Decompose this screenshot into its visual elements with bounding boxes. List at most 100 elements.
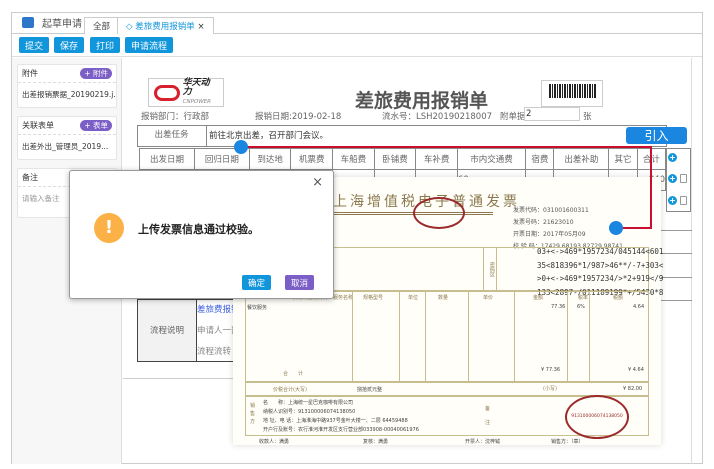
related-form-link[interactable]: 出差外出_管理员_2019... bbox=[18, 135, 116, 158]
add-attachment-button[interactable]: + 附件 bbox=[80, 68, 112, 79]
close-icon[interactable]: × bbox=[312, 175, 323, 190]
item-header: 规格型号 bbox=[363, 295, 384, 301]
add-row-icon[interactable]: + bbox=[668, 174, 677, 183]
import-button[interactable]: 引入 bbox=[626, 127, 687, 144]
item-amount: 77.36 bbox=[551, 304, 566, 310]
seller-seal-image: 913100006074138050 bbox=[565, 395, 629, 439]
add-form-button[interactable]: + 表单 bbox=[80, 120, 112, 131]
tab-travel-expense[interactable]: ◇ 差旅费用报销单 × bbox=[117, 17, 214, 34]
attachments-title: 附件 bbox=[22, 69, 38, 78]
divider bbox=[567, 291, 568, 382]
seller-line: 地 址、电 话：上海淮海中路937号金叶大楼一、二层 64459488 bbox=[263, 418, 408, 424]
attachments-card: 附件 + 附件 出差报销票据_20190219.j... bbox=[17, 64, 117, 108]
message-dialog: × ! 上传发票信息通过校验。 确定 取消 bbox=[69, 170, 334, 299]
cipher-line: >0+<->469*1957234/>*2+919</9 bbox=[537, 274, 664, 283]
invoice-date: 开票日期：2017年05月09 bbox=[513, 231, 586, 238]
divider bbox=[425, 291, 426, 382]
cipher-label: 密码区 bbox=[483, 247, 497, 291]
tab-label: 全部 bbox=[93, 22, 111, 32]
grand-words: 捌拾贰元整 bbox=[357, 387, 383, 393]
divider bbox=[514, 291, 515, 382]
issuer: 开票人：沈梓钺 bbox=[465, 439, 501, 445]
grand-total: ¥ 82.00 bbox=[623, 386, 643, 392]
cancel-button[interactable]: 取消 bbox=[285, 275, 315, 290]
seller-line: 开户行及账号：农行淮河淮开发区支行营业部033908-00040061976 bbox=[263, 427, 419, 433]
item-header: 金额 bbox=[533, 295, 544, 301]
attach-label: 附单据 bbox=[500, 112, 526, 122]
close-tab-icon[interactable]: × bbox=[197, 22, 204, 32]
item-rate: 6% bbox=[577, 304, 585, 310]
tax-seal-image bbox=[413, 197, 465, 229]
flow-link[interactable]: 差旅费报销 bbox=[197, 300, 236, 321]
flow-line: 流程流转 bbox=[197, 347, 232, 357]
attach-count-input[interactable]: 2 bbox=[524, 107, 580, 121]
item-name: 餐饮服务 bbox=[247, 305, 268, 311]
total-amount: ¥ 77.36 bbox=[541, 367, 561, 373]
submit-button[interactable]: 提交 bbox=[19, 37, 50, 53]
invoice-number: 发票号码：21623010 bbox=[513, 219, 574, 226]
add-row-icon[interactable]: + bbox=[668, 153, 677, 162]
tab-label: 差旅费用报销单 bbox=[135, 22, 195, 32]
date-field: 报销日期:2019-02-18 bbox=[255, 112, 342, 122]
col-header: 其它 bbox=[608, 148, 638, 170]
seller-line: 名 称：上海统一星巴克咖啡有限公司 bbox=[263, 400, 354, 406]
item-header: 单位 bbox=[408, 295, 419, 301]
annotation-line bbox=[650, 146, 652, 229]
add-row-icon[interactable]: + bbox=[668, 196, 677, 205]
divider bbox=[660, 300, 692, 301]
item-header: 税率 bbox=[578, 295, 589, 301]
col-header: 车补费 bbox=[415, 148, 458, 170]
flow-line: 申请人一部 bbox=[197, 326, 236, 336]
col-header: 市内交通费 bbox=[456, 148, 527, 170]
grand-label: 价税合计(大写) bbox=[273, 387, 307, 393]
invoice-code: 发票代码：031001600311 bbox=[513, 207, 589, 214]
divider bbox=[123, 378, 235, 379]
payee: 收款人：满勇 bbox=[259, 439, 290, 445]
app-icon bbox=[22, 17, 34, 28]
seller-line: 纳税人识别号：913100006074138050 bbox=[263, 409, 356, 415]
apply-flow-button[interactable]: 申请流程 bbox=[125, 37, 174, 53]
cipher-line: 03+<->469*1957234/045144<601 bbox=[537, 247, 664, 256]
col-header: 到达地 bbox=[248, 148, 292, 170]
warning-icon: ! bbox=[94, 213, 124, 243]
attachment-file-link[interactable]: 出差报销票据_20190219.j... bbox=[18, 83, 116, 106]
col-header: 卧铺费 bbox=[373, 148, 417, 170]
annotation-dot bbox=[609, 221, 623, 235]
divider bbox=[399, 291, 400, 382]
seller-label: 销售方 bbox=[250, 403, 256, 425]
tab-all[interactable]: 全部 bbox=[84, 17, 120, 34]
annotation-line bbox=[246, 146, 652, 148]
remark-label: 备注 bbox=[485, 406, 491, 426]
divider bbox=[468, 291, 469, 382]
app-title: 起草申请 bbox=[22, 15, 82, 30]
remark-title: 备注 bbox=[22, 173, 38, 182]
col-header: 出差补助 bbox=[553, 148, 610, 170]
form-title: 差旅费用报销单 bbox=[355, 90, 489, 112]
divider bbox=[352, 291, 353, 382]
total-tax: ¥ 4.64 bbox=[628, 367, 644, 373]
trash-icon[interactable] bbox=[680, 174, 687, 183]
divider bbox=[660, 230, 692, 231]
app-title-text: 起草申请 bbox=[42, 19, 82, 30]
col-header: 出发日期 bbox=[139, 148, 195, 170]
total-label: 合 计 bbox=[283, 371, 304, 377]
item-header: 税额 bbox=[613, 295, 624, 301]
reviewer: 复核：满勇 bbox=[363, 439, 389, 445]
cipher-line: 35<818396*1/987>46**/-7+303< bbox=[537, 260, 664, 270]
serial-field: 流水号：LSH20190218007 bbox=[382, 112, 493, 122]
infinity-logo-icon bbox=[154, 84, 180, 101]
divider bbox=[589, 291, 590, 382]
divider bbox=[660, 253, 692, 254]
save-button[interactable]: 保存 bbox=[54, 37, 85, 53]
small-label: (小写) bbox=[543, 386, 557, 392]
ok-button[interactable]: 确定 bbox=[242, 275, 272, 290]
annotation-line bbox=[620, 227, 652, 229]
trash-icon[interactable] bbox=[680, 196, 687, 205]
col-header: 车船费 bbox=[332, 148, 375, 170]
col-header: 机票费 bbox=[290, 148, 334, 170]
company-logo: 华天动力 CNPOWER bbox=[148, 78, 224, 107]
item-header: 数量 bbox=[438, 295, 449, 301]
print-button[interactable]: 打印 bbox=[90, 37, 121, 53]
task-input[interactable]: 前往北京出差，召开部门会议。 bbox=[209, 129, 328, 141]
barcode-image bbox=[541, 80, 603, 107]
